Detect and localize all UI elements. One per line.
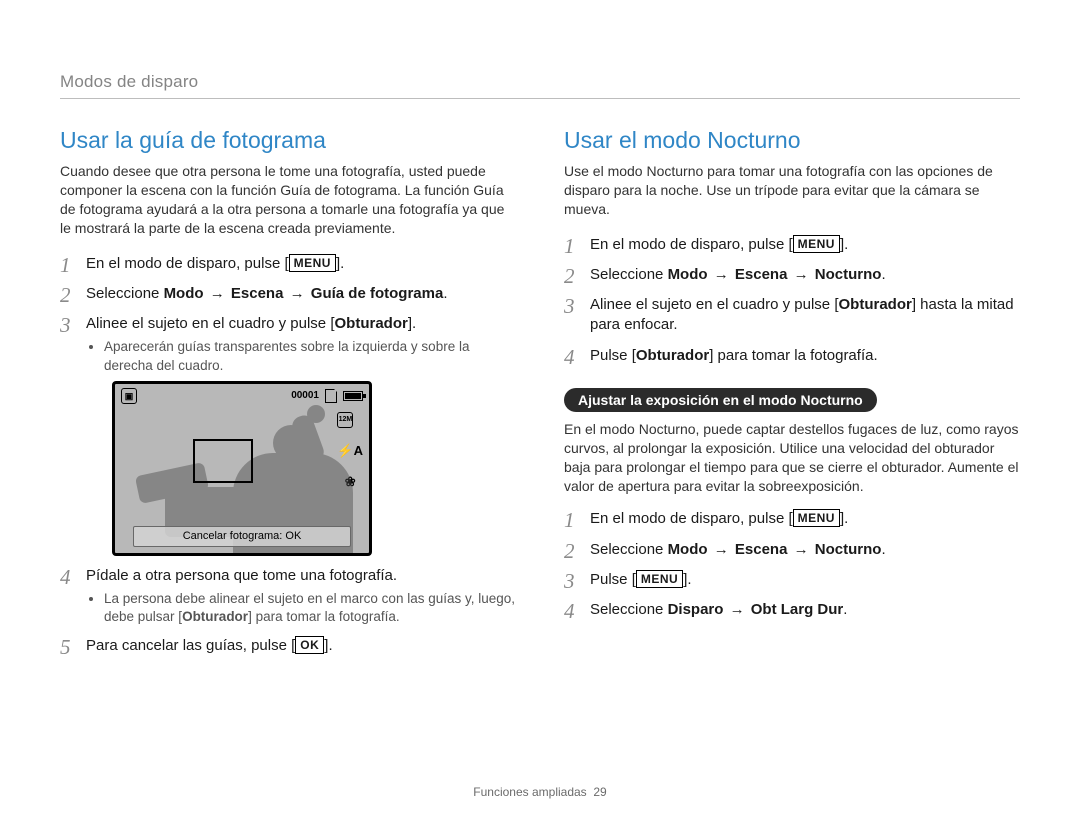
step-text: ]. bbox=[324, 637, 332, 654]
section-title-frame-guide: Usar la guía de fotograma bbox=[60, 127, 516, 154]
step-4: Pulse [Obturador] para tomar la fotograf… bbox=[564, 346, 1020, 366]
step-text: . bbox=[843, 601, 847, 618]
step-2: Seleccione Modo → Escena → Guía de fotog… bbox=[60, 284, 516, 304]
step-3: Alinee el sujeto en el cuadro y pulse [O… bbox=[564, 295, 1020, 336]
step-text: . bbox=[881, 541, 885, 558]
right-column: Usar el modo Nocturno Use el modo Noctur… bbox=[564, 127, 1020, 667]
path-scene: Escena bbox=[231, 285, 284, 302]
substep: Aparecerán guías transparentes sobre la … bbox=[104, 338, 516, 374]
step-1: En el modo de disparo, pulse [MENU]. bbox=[60, 254, 516, 274]
path-mode: Modo bbox=[668, 541, 708, 558]
path-scene: Escena bbox=[735, 266, 788, 283]
substep-list: La persona debe alinear el sujeto en el … bbox=[104, 590, 516, 626]
section-title-night-mode: Usar el modo Nocturno bbox=[564, 127, 1020, 154]
step-2: Seleccione Modo → Escena → Nocturno. bbox=[564, 265, 1020, 285]
step-text: ]. bbox=[840, 510, 848, 527]
arrow-icon: → bbox=[708, 541, 735, 558]
footer-section: Funciones ampliadas bbox=[473, 785, 586, 799]
arrow-icon: → bbox=[787, 266, 814, 283]
two-column-layout: Usar la guía de fotograma Cuando desee q… bbox=[60, 127, 1020, 667]
menu-button-label: MENU bbox=[793, 235, 840, 253]
substep: La persona debe alinear el sujeto en el … bbox=[104, 590, 516, 626]
step-text: En el modo de disparo, pulse [ bbox=[590, 510, 793, 527]
substep-list: Aparecerán guías transparentes sobre la … bbox=[104, 338, 516, 374]
step-2: Seleccione Modo → Escena → Nocturno. bbox=[564, 540, 1020, 560]
step-text: Seleccione bbox=[86, 285, 164, 302]
path-mode: Modo bbox=[164, 285, 204, 302]
step-text: Seleccione bbox=[590, 541, 668, 558]
step-text: Pulse [ bbox=[590, 347, 636, 364]
step-text: En el modo de disparo, pulse [ bbox=[590, 236, 793, 253]
subsection-pill-night-exposure: Ajustar la exposición en el modo Nocturn… bbox=[564, 388, 877, 412]
shutter-label: Obturador bbox=[182, 609, 248, 624]
step-3: Pulse [MENU]. bbox=[564, 570, 1020, 590]
shutter-label: Obturador bbox=[839, 296, 912, 313]
ok-button-label: OK bbox=[295, 636, 324, 654]
arrow-icon: → bbox=[723, 601, 750, 618]
path-mode: Modo bbox=[668, 266, 708, 283]
step-text: Seleccione bbox=[590, 601, 668, 618]
card-icon bbox=[325, 389, 337, 403]
page-footer: Funciones ampliadas 29 bbox=[0, 785, 1080, 799]
step-4: Pídale a otra persona que tome una fotog… bbox=[60, 566, 516, 627]
step-text: Alinee el sujeto en el cuadro y pulse [ bbox=[590, 296, 839, 313]
arrow-icon: → bbox=[204, 285, 231, 302]
step-5: Para cancelar las guías, pulse [OK]. bbox=[60, 636, 516, 656]
step-text: En el modo de disparo, pulse [ bbox=[86, 255, 289, 272]
steps-night-exposure: En el modo de disparo, pulse [MENU]. Sel… bbox=[564, 509, 1020, 620]
frame-counter: 00001 bbox=[291, 389, 319, 403]
lcd-illustration: ▣ 00001 12M ⚡A ❀ bbox=[112, 381, 516, 556]
steps-frame-guide: En el modo de disparo, pulse [MENU]. Sel… bbox=[60, 254, 516, 657]
lcd-topbar: ▣ 00001 bbox=[121, 388, 363, 404]
step-text: Seleccione bbox=[590, 266, 668, 283]
step-4: Seleccione Disparo → Obt Larg Dur. bbox=[564, 600, 1020, 620]
lcd-footer: Cancelar fotograma: OK bbox=[133, 526, 351, 547]
step-text: Pulse [ bbox=[590, 571, 636, 588]
path-long-shutter: Obt Larg Dur bbox=[751, 601, 844, 618]
lcd-top-right: 00001 bbox=[291, 389, 363, 403]
camera-lcd: ▣ 00001 12M ⚡A ❀ bbox=[112, 381, 372, 556]
step-text: . bbox=[443, 285, 447, 302]
path-night: Nocturno bbox=[815, 541, 882, 558]
left-column: Usar la guía de fotograma Cuando desee q… bbox=[60, 127, 516, 667]
breadcrumb: Modos de disparo bbox=[60, 72, 1020, 92]
step-text: . bbox=[881, 266, 885, 283]
menu-button-label: MENU bbox=[793, 509, 840, 527]
battery-icon bbox=[343, 391, 363, 401]
step-1: En el modo de disparo, pulse [MENU]. bbox=[564, 509, 1020, 529]
subsection-intro: En el modo Nocturno, puede captar destel… bbox=[564, 420, 1020, 496]
intro-frame-guide: Cuando desee que otra persona le tome un… bbox=[60, 162, 516, 238]
step-text: ]. bbox=[408, 315, 416, 332]
sub-text: ] para tomar la fotografía. bbox=[248, 609, 400, 624]
path-night: Nocturno bbox=[815, 266, 882, 283]
intro-night-mode: Use el modo Nocturno para tomar una foto… bbox=[564, 162, 1020, 219]
arrow-icon: → bbox=[283, 285, 310, 302]
path-shoot: Disparo bbox=[668, 601, 724, 618]
step-text: ] para tomar la fotografía. bbox=[709, 347, 877, 364]
arrow-icon: → bbox=[708, 266, 735, 283]
step-text: ]. bbox=[683, 571, 691, 588]
arrow-icon: → bbox=[787, 541, 814, 558]
path-scene: Escena bbox=[735, 541, 788, 558]
step-text: Alinee el sujeto en el cuadro y pulse [ bbox=[86, 315, 335, 332]
shutter-label: Obturador bbox=[335, 315, 408, 332]
scene-icon: ▣ bbox=[121, 388, 137, 404]
step-text: Para cancelar las guías, pulse [ bbox=[86, 637, 295, 654]
step-3: Alinee el sujeto en el cuadro y pulse [O… bbox=[60, 314, 516, 556]
step-1: En el modo de disparo, pulse [MENU]. bbox=[564, 235, 1020, 255]
menu-button-label: MENU bbox=[289, 254, 336, 272]
step-text: ]. bbox=[336, 255, 344, 272]
flash-auto-icon: ⚡A bbox=[337, 442, 363, 460]
footer-page-number: 29 bbox=[593, 785, 606, 799]
shutter-label: Obturador bbox=[636, 347, 709, 364]
divider bbox=[60, 98, 1020, 99]
menu-button-label: MENU bbox=[636, 570, 683, 588]
path-frame-guide: Guía de fotograma bbox=[311, 285, 444, 302]
step-text: ]. bbox=[840, 236, 848, 253]
steps-night-mode: En el modo de disparo, pulse [MENU]. Sel… bbox=[564, 235, 1020, 366]
focus-box bbox=[193, 439, 253, 483]
step-text: Pídale a otra persona que tome una fotog… bbox=[86, 567, 397, 584]
size-icon: 12M bbox=[337, 412, 353, 428]
